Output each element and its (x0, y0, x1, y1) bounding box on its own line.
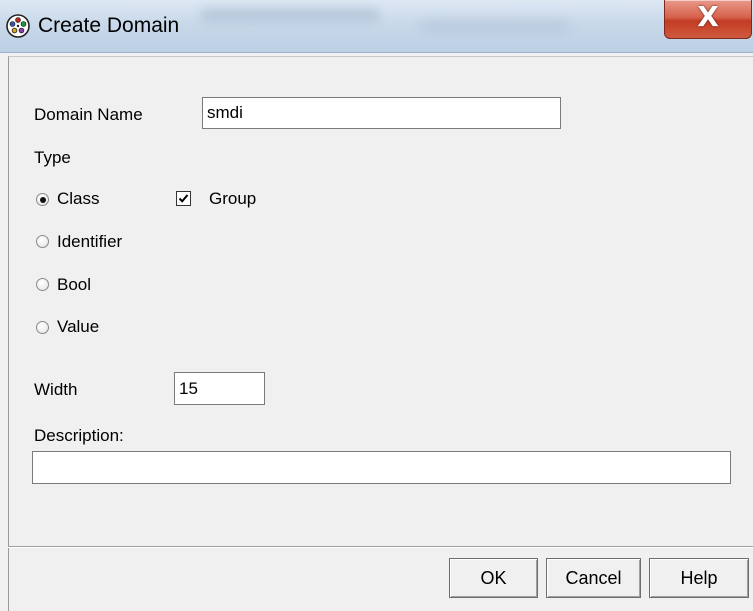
checkmark-icon (178, 194, 189, 203)
help-button[interactable]: Help (649, 558, 749, 598)
domain-name-input[interactable] (202, 97, 561, 129)
close-icon: X (697, 0, 719, 33)
type-value-label: Value (57, 317, 100, 336)
film-reel-icon (6, 14, 30, 38)
background-blur (420, 20, 570, 32)
description-label: Description: (34, 426, 124, 445)
type-bool-label: Bool (57, 275, 92, 294)
background-blur (200, 8, 380, 22)
type-value-radio[interactable] (36, 321, 49, 334)
type-class-radio[interactable] (36, 193, 49, 206)
type-bool-radio[interactable] (36, 278, 49, 291)
width-label: Width (34, 380, 78, 399)
title-bar[interactable]: Create Domain X (0, 0, 753, 53)
width-input[interactable] (174, 372, 265, 405)
group-label: Group (209, 189, 257, 208)
window-title: Create Domain (38, 14, 180, 37)
group-checkbox[interactable] (176, 191, 191, 206)
ok-button[interactable]: OK (449, 558, 538, 598)
domain-name-label: Domain Name (34, 105, 143, 124)
description-input[interactable] (32, 451, 731, 484)
dialog-body (8, 56, 753, 611)
type-label: Type (34, 148, 71, 167)
type-class-label: Class (57, 189, 100, 208)
cancel-button[interactable]: Cancel (546, 558, 641, 598)
close-button[interactable]: X (664, 0, 752, 39)
button-separator (8, 546, 753, 548)
type-identifier-radio[interactable] (36, 235, 49, 248)
type-identifier-label: Identifier (57, 232, 123, 251)
